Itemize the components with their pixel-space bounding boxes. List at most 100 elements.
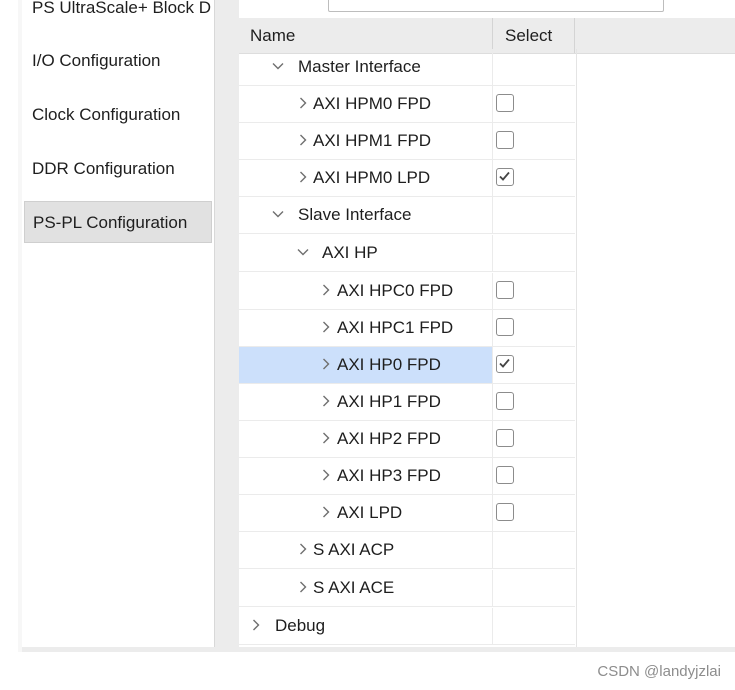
tree-row-label: AXI HPC0 FPD [337,281,454,300]
tree-row[interactable]: AXI HPC1 FPD [239,310,575,347]
tree-row-select-cell [492,235,576,271]
tree-row-name-cell: AXI HP3 FPD [239,458,492,494]
ps-pl-tree-panel: Name Select Master Interface AXI HPM0 FPD… [239,0,735,647]
chevron-right-icon[interactable] [319,394,333,408]
tree-row[interactable]: Debug [239,608,575,645]
tree-row-label: AXI HP1 FPD [337,392,441,411]
tree-row-select-cell [492,495,576,531]
chevron-right-icon[interactable] [296,133,310,147]
tree-row-select-cell [492,570,576,606]
checkbox-checked[interactable] [496,168,514,186]
tree-row-name-cell: AXI HPM1 FPD [239,123,492,159]
tree-row-name-cell: Master Interface [239,49,492,85]
checkmark-icon [499,358,510,368]
chevron-right-icon[interactable] [296,542,310,556]
column-header-name[interactable]: Name [239,18,492,53]
nav-item-ps-pl-configuration[interactable]: PS-PL Configuration [24,201,212,243]
column-header-select[interactable]: Select [492,18,575,53]
nav-item-ps-ultrascale[interactable]: PS UltraScale+ Block D [24,0,212,29]
chevron-right-icon[interactable] [319,505,333,519]
tree-row[interactable]: AXI HP2 FPD [239,421,575,458]
chevron-right-icon[interactable] [319,320,333,334]
tree-row-select-cell [492,458,576,494]
chevron-right-icon[interactable] [296,170,310,184]
checkbox[interactable] [496,392,514,410]
tree-row-label: Slave Interface [298,205,412,224]
tree-row-select-cell [492,86,576,122]
tree-row[interactable]: AXI HPM1 FPD [239,123,575,160]
checkbox[interactable] [496,466,514,484]
tree-row-label: AXI HPM0 FPD [313,94,432,113]
tree-row-select-cell [492,384,576,420]
tree-row[interactable]: S AXI ACP [239,532,575,569]
chevron-down-icon[interactable] [271,59,285,73]
tree-row-name-cell: AXI HPM0 LPD [239,160,492,196]
tree-row-select-cell [492,421,576,457]
tree-row-select-cell [492,123,576,159]
tree-row[interactable]: Slave Interface [239,197,575,234]
tree-row-label: AXI HP3 FPD [337,466,441,485]
tree-row-name-cell: S AXI ACE [239,570,492,606]
checkbox[interactable] [496,429,514,447]
nav-item-io-configuration[interactable]: I/O Configuration [24,40,212,82]
nav-item-ddr-configuration[interactable]: DDR Configuration [24,148,212,190]
nav-item-clock-configuration[interactable]: Clock Configuration [24,94,212,136]
page-navigator: PS UltraScale+ Block D I/O Configuration… [22,0,215,647]
search-input[interactable] [328,0,664,12]
tree-row[interactable]: AXI HP0 FPD [239,347,575,384]
chevron-right-icon[interactable] [296,96,310,110]
checkbox-checked[interactable] [496,355,514,373]
chevron-down-icon[interactable] [296,245,310,259]
tree-row[interactable]: AXI HP1 FPD [239,384,575,421]
tree-row[interactable]: AXI HP [239,235,575,272]
tree-row-select-cell [492,273,576,309]
tree-row[interactable]: S AXI ACE [239,570,575,607]
checkbox[interactable] [496,503,514,521]
tree-row-label: AXI HPM1 FPD [313,131,432,150]
tree-row-select-cell [492,608,576,644]
chevron-down-icon[interactable] [271,207,285,221]
tree-row[interactable]: AXI HPM0 FPD [239,86,575,123]
tree-row-label: Debug [275,616,326,635]
tree-row-label: S AXI ACP [313,540,395,559]
chevron-right-icon[interactable] [249,618,263,632]
tree-row-label: AXI HP [322,243,378,262]
chevron-right-icon[interactable] [319,431,333,445]
checkbox[interactable] [496,131,514,149]
tree-row[interactable]: AXI HP3 FPD [239,458,575,495]
chevron-right-icon[interactable] [319,283,333,297]
checkbox[interactable] [496,94,514,112]
chevron-right-icon[interactable] [296,580,310,594]
tree-table: Master Interface AXI HPM0 FPD AXI HPM1 FPD… [239,49,577,647]
tree-row[interactable]: Master Interface [239,49,575,86]
tree-row-name-cell: Debug [239,608,492,644]
tree-row-label: S AXI ACE [313,578,395,597]
tree-row-label: AXI HP2 FPD [337,429,441,448]
tree-row-select-cell [492,160,576,196]
tree-row-name-cell: AXI LPD [239,495,492,531]
tree-row-label: AXI HPC1 FPD [337,318,454,337]
checkmark-icon [499,171,510,181]
tree-row-name-cell: AXI HPC0 FPD [239,273,492,309]
tree-row[interactable]: AXI LPD [239,495,575,532]
tree-row-select-cell [492,49,576,85]
chevron-right-icon[interactable] [319,468,333,482]
tree-row-name-cell: AXI HP1 FPD [239,384,492,420]
tree-row-name-cell: Slave Interface [239,197,492,233]
tree-row[interactable]: AXI HPM0 LPD [239,160,575,197]
tree-row-select-cell [492,197,576,233]
tree-row[interactable]: AXI HPC0 FPD [239,273,575,310]
tree-row-label: Master Interface [298,57,421,76]
tree-row-name-cell: AXI HP [239,235,492,271]
tree-row-name-cell: AXI HP0 FPD [239,347,492,383]
tree-row-select-cell [492,310,576,346]
tree-row-name-cell: AXI HPC1 FPD [239,310,492,346]
tree-row-label: AXI HP0 FPD [337,355,441,374]
tree-row-label: AXI LPD [337,503,403,522]
checkbox[interactable] [496,281,514,299]
tree-row-select-cell [492,347,576,383]
tree-row-select-cell [492,532,576,568]
tree-row-name-cell: AXI HPM0 FPD [239,86,492,122]
chevron-right-icon[interactable] [319,357,333,371]
checkbox[interactable] [496,318,514,336]
